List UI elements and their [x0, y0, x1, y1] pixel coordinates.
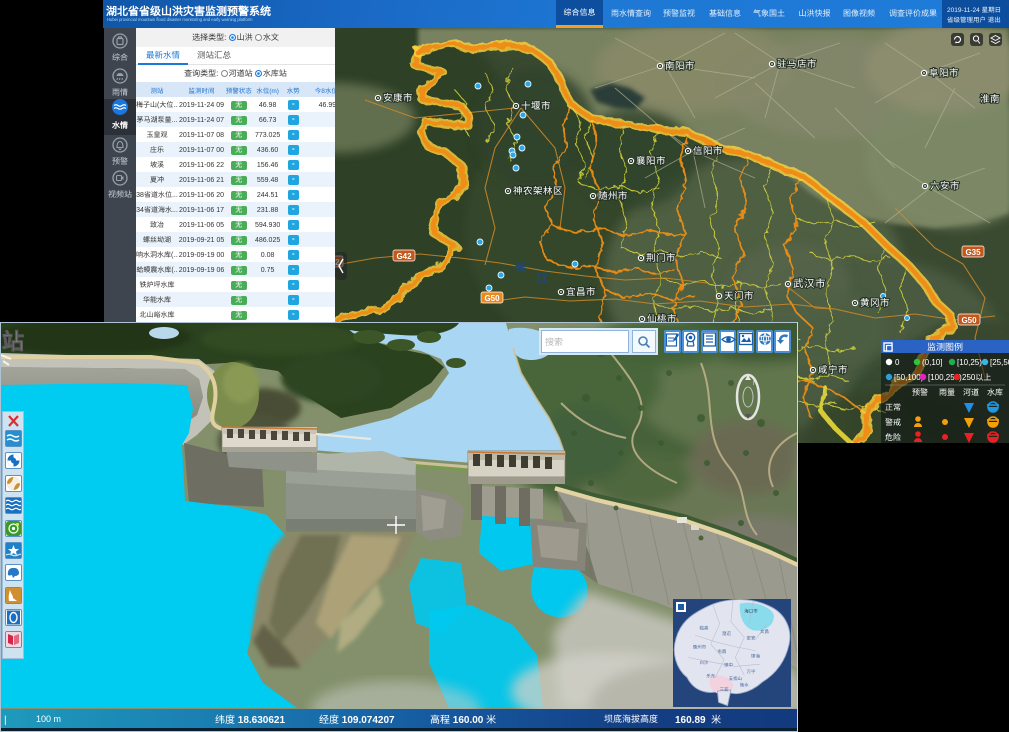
svg-text:淮南: 淮南	[980, 91, 1000, 105]
svg-text:襄阳市: 襄阳市	[636, 153, 666, 167]
svg-text:长: 长	[515, 259, 527, 275]
svg-text:十堰市: 十堰市	[521, 98, 551, 112]
svg-text:河道: 河道	[963, 387, 979, 398]
svg-text:临高: 临高	[700, 625, 709, 631]
svg-text:澄迈: 澄迈	[722, 631, 731, 637]
svg-text:五指山: 五指山	[729, 676, 742, 682]
svg-text:雨量: 雨量	[939, 387, 955, 398]
svg-text:荆门市: 荆门市	[646, 250, 676, 264]
svg-text:水库: 水库	[987, 387, 1003, 398]
svg-text:G35: G35	[965, 247, 981, 258]
svg-text:屯昌: 屯昌	[717, 649, 726, 655]
svg-text:天门市: 天门市	[724, 288, 754, 302]
svg-text:三亚: 三亚	[720, 687, 729, 693]
svg-text:G50: G50	[484, 293, 500, 304]
svg-text:[50,100): [50,100)	[894, 372, 924, 383]
svg-text:正常: 正常	[885, 402, 901, 413]
svg-text:危险: 危险	[885, 432, 901, 443]
svg-text:250以上: 250以上	[962, 372, 991, 383]
svg-text:预警: 预警	[912, 387, 928, 398]
svg-text:随州市: 随州市	[598, 188, 628, 202]
svg-text:0: 0	[895, 357, 900, 368]
svg-text:海口市: 海口市	[744, 609, 758, 615]
svg-text:N: N	[753, 378, 757, 387]
svg-text:琼中: 琼中	[724, 662, 733, 668]
svg-text:乐东: 乐东	[706, 674, 715, 680]
svg-text:白沙: 白沙	[700, 660, 709, 666]
svg-text:武汉市: 武汉市	[793, 276, 826, 291]
svg-text:咸宁市: 咸宁市	[818, 362, 848, 376]
svg-text:G42: G42	[396, 251, 412, 262]
svg-text:江: 江	[537, 270, 548, 286]
svg-text:(0,10]: (0,10]	[922, 357, 942, 368]
svg-text:文昌: 文昌	[760, 629, 769, 635]
svg-text:驻马店市: 驻马店市	[777, 56, 817, 70]
svg-text:[25,50: [25,50	[990, 357, 1009, 368]
svg-text:警戒: 警戒	[885, 417, 901, 428]
svg-text:陵水: 陵水	[740, 683, 749, 689]
svg-text:儋州市: 儋州市	[693, 645, 707, 651]
svg-text:神农架林区: 神农架林区	[513, 183, 563, 197]
svg-text:G50: G50	[961, 315, 977, 326]
svg-text:六安市: 六安市	[930, 178, 960, 192]
svg-text:南阳市: 南阳市	[665, 58, 695, 72]
svg-text:琼海: 琼海	[751, 653, 760, 659]
svg-text:阜阳市: 阜阳市	[929, 65, 959, 79]
svg-text:黄冈市: 黄冈市	[860, 295, 890, 309]
svg-text:定安: 定安	[747, 636, 756, 642]
svg-text:安康市: 安康市	[383, 90, 413, 104]
svg-text:信阳市: 信阳市	[693, 143, 723, 157]
svg-text:万宁: 万宁	[747, 669, 756, 675]
svg-text:宜昌市: 宜昌市	[566, 284, 596, 298]
svg-text:[10,25): [10,25)	[957, 357, 982, 368]
svg-text:站: 站	[2, 324, 24, 356]
